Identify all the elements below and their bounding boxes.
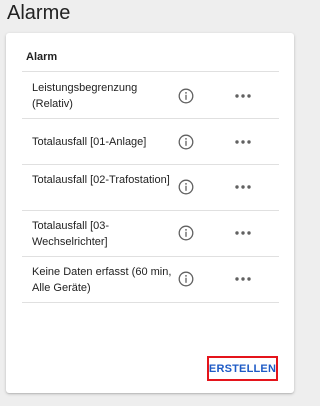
- more-horizontal-icon[interactable]: [234, 139, 252, 145]
- table-row: Totalausfall [03-Wechselrichter]: [22, 211, 279, 257]
- alarm-label: Totalausfall [01-Anlage]: [32, 136, 147, 148]
- table-header-alarm: Alarm: [26, 51, 58, 63]
- table-row: Keine Daten erfasst (60 min, Alle Geräte…: [22, 257, 279, 303]
- more-horizontal-icon[interactable]: [234, 230, 252, 236]
- info-icon[interactable]: [178, 88, 194, 104]
- create-alarm-button[interactable]: ERSTELLEN: [207, 356, 278, 381]
- more-horizontal-icon[interactable]: [234, 184, 252, 190]
- info-icon[interactable]: [178, 271, 194, 287]
- alarm-label: Keine Daten erfasst (60 min, Alle Geräte…: [32, 266, 172, 294]
- table-row: Totalausfall [02-Trafostation]: [22, 165, 279, 211]
- info-icon[interactable]: [178, 134, 194, 150]
- table-row: Leistungsbegrenzung (Relativ): [22, 72, 279, 119]
- more-horizontal-icon[interactable]: [234, 93, 252, 99]
- info-icon[interactable]: [178, 225, 194, 241]
- info-icon[interactable]: [178, 179, 194, 195]
- alarm-label: Leistungsbegrenzung (Relativ): [32, 82, 138, 110]
- alarm-label: Totalausfall [03-Wechselrichter]: [32, 220, 110, 248]
- alarm-label: Totalausfall [02-Trafostation]: [32, 174, 170, 186]
- row-divider: [22, 302, 279, 303]
- page-title: Alarme: [7, 2, 71, 24]
- more-horizontal-icon[interactable]: [234, 276, 252, 282]
- table-row: Totalausfall [01-Anlage]: [22, 119, 279, 165]
